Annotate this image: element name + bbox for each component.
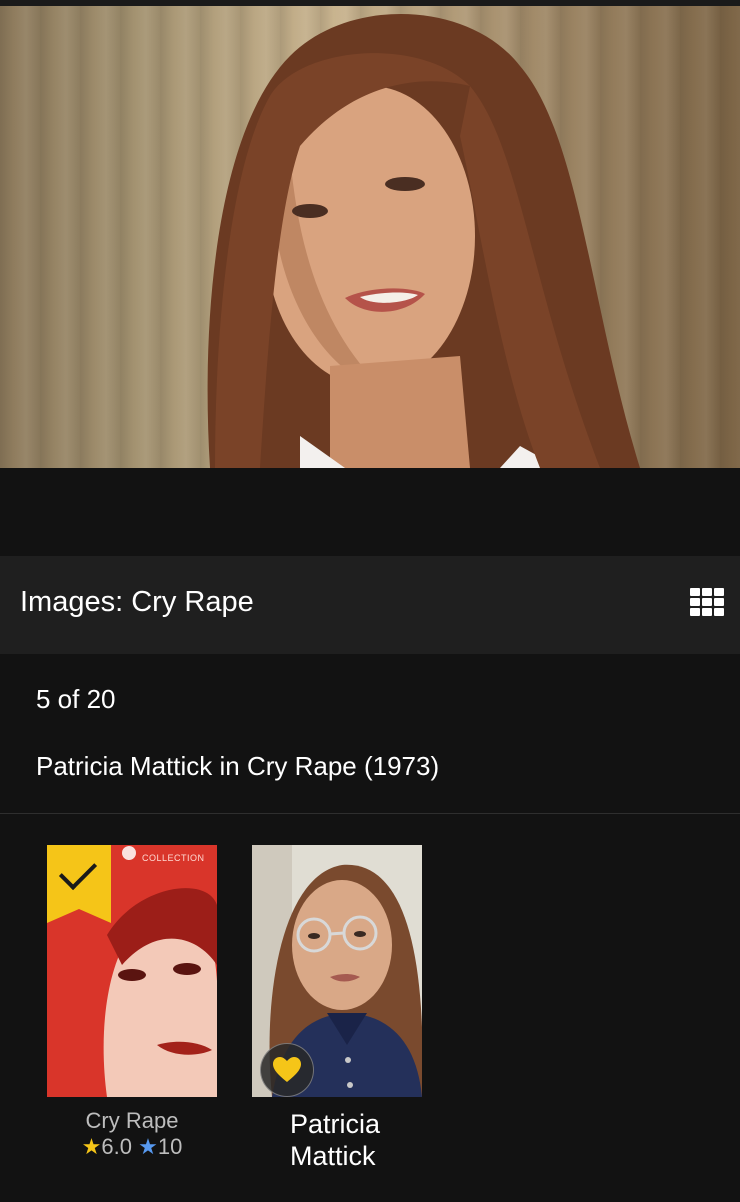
divider — [0, 813, 740, 814]
image-caption: Patricia Mattick in Cry Rape (1973) — [36, 751, 440, 781]
hero-portrait — [207, 13, 640, 468]
user-rating: 10 — [157, 1134, 183, 1159]
person-name-line2: Mattick — [290, 1141, 376, 1171]
rating-row: ★6.0 ★10 — [47, 1134, 217, 1160]
title-poster-card[interactable]: COLLECTION — [47, 845, 217, 1097]
imdb-star-icon: ★ — [81, 1134, 102, 1159]
heart-icon — [273, 1057, 301, 1082]
person-photo-card[interactable] — [252, 845, 422, 1097]
video-spacer — [0, 468, 740, 556]
person-name[interactable]: Patricia Mattick — [290, 1108, 460, 1172]
image-counter: 5 of 20 — [36, 684, 116, 714]
poster-title[interactable]: Cry Rape — [47, 1108, 217, 1134]
person-name-line1: Patricia — [290, 1109, 381, 1139]
poster-collection-text: COLLECTION — [142, 853, 205, 863]
favorite-button[interactable] — [260, 1043, 314, 1097]
imdb-rating: 6.0 — [101, 1134, 132, 1159]
gallery-header: Images: Cry Rape — [0, 556, 740, 654]
checkmark-icon — [58, 851, 98, 891]
grid-view-icon[interactable] — [690, 588, 724, 616]
user-star-icon[interactable]: ★ — [138, 1134, 158, 1159]
page-title: Images: Cry Rape — [20, 586, 254, 618]
hero-image[interactable] — [0, 6, 740, 468]
